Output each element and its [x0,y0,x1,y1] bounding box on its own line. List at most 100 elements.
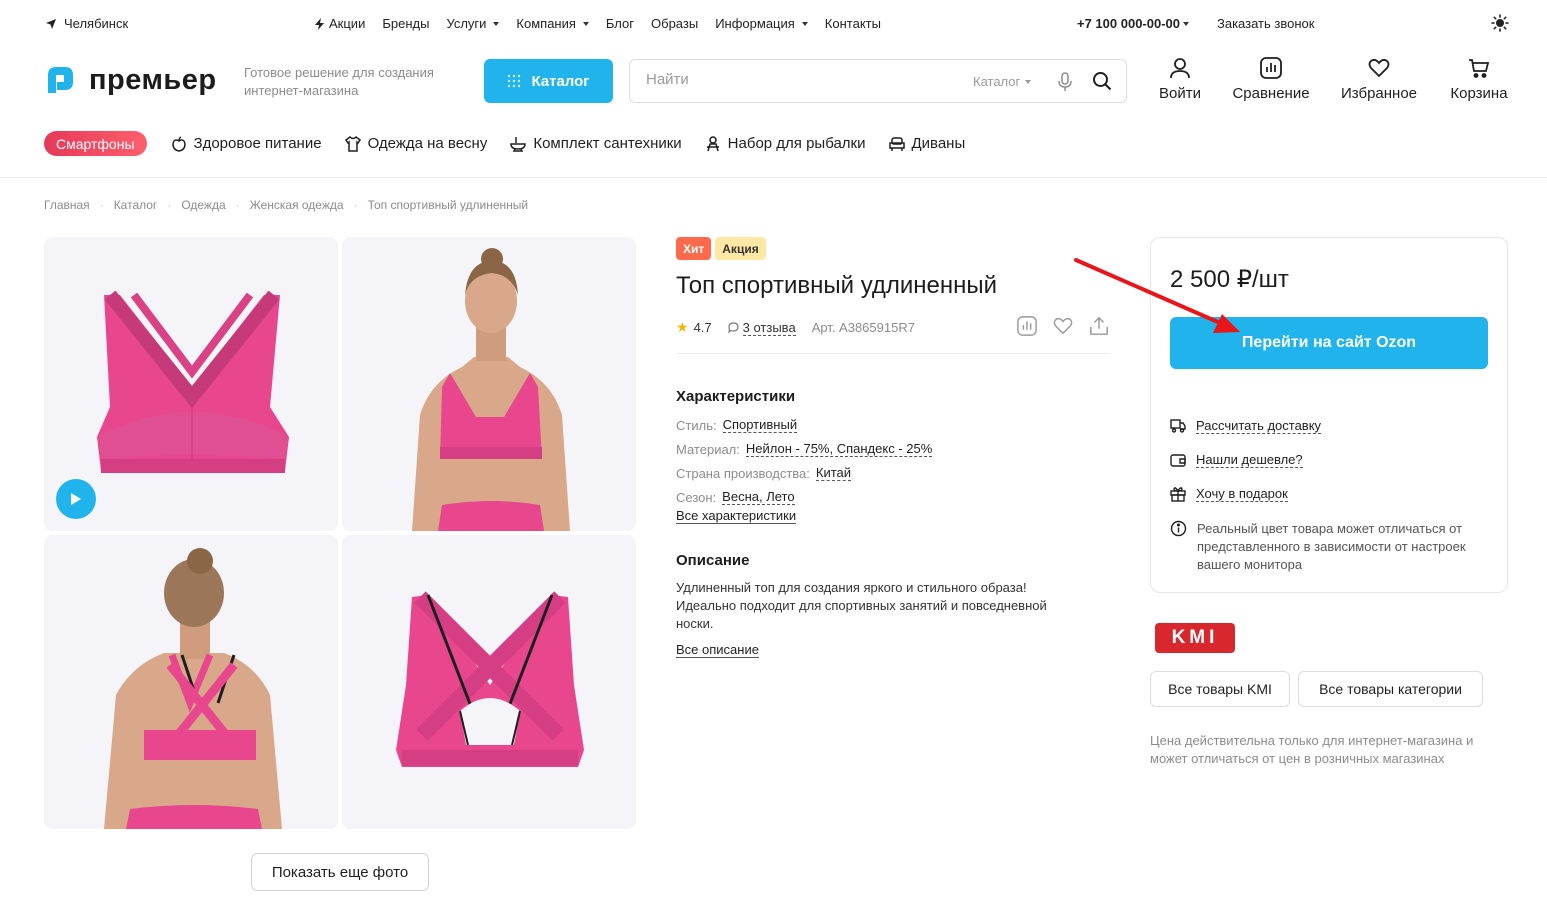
top-nav-info[interactable]: Информация [715,16,808,31]
breadcrumb-item[interactable]: Женская одежда [250,198,344,212]
tagline: Готовое решение для создания интернет-ма… [244,65,434,98]
characteristic-row: Стиль: Спортивный [676,413,932,437]
grid-dots-icon [508,74,521,88]
product-photo-back[interactable] [342,535,636,829]
show-more-photos-button[interactable]: Показать еще фото [251,853,429,891]
all-description-link[interactable]: Все описание [676,642,759,658]
top-bar: Челябинск Акции Бренды Услуги Компания Б… [0,0,1547,46]
characteristics-list: Стиль: Спортивный Материал: Нейлон - 75%, … [676,413,933,509]
promo-item-healthy-food[interactable]: Здоровое питание [171,135,322,152]
reviews-label: 3 отзыва [742,319,796,336]
product-title: Топ спортивный удлиненный [676,272,998,299]
breadcrumb-separator: · [235,198,240,212]
site-logo[interactable]: премьер [43,63,217,97]
caret-down-icon [582,21,589,26]
characteristic-row: Страна производства: Китай [676,461,932,485]
top-nav-promotions[interactable]: Акции [314,16,365,31]
heart-icon [1368,58,1390,78]
product-photo-model-back[interactable] [44,535,338,829]
share-icon[interactable] [1089,316,1109,336]
description-text: Удлиненный топ для создания яркого и сти… [676,580,1047,631]
sku-label: Арт. A3865915R7 [811,320,915,335]
search-icon[interactable] [1092,71,1112,91]
apple-icon [171,135,186,152]
header-divider [0,177,1547,178]
promo-item-sofas[interactable]: Диваны [888,135,965,152]
info-icon [1170,520,1187,537]
top-nav-brands[interactable]: Бренды [382,16,429,31]
top-nav-label: Компания [516,16,576,31]
all-brand-products-button[interactable]: Все товары KMI [1150,671,1290,707]
login-button[interactable]: Войти [1156,57,1204,102]
product-photo-model-front[interactable] [342,237,636,531]
reviews-link[interactable]: 3 отзыва [727,319,796,336]
city-label: Челябинск [64,16,129,31]
theme-toggle-sun-icon[interactable] [1491,14,1509,32]
brand-logo[interactable]: KMI [1155,623,1235,653]
top-nav-looks[interactable]: Образы [651,16,698,31]
characteristic-value[interactable]: Нейлон - 75%, Спандекс - 25% [745,441,933,457]
top-nav-services[interactable]: Услуги [446,16,500,31]
cart-button[interactable]: Корзина [1447,57,1511,102]
catalog-button-label: Каталог [531,72,590,90]
top-nav-contacts[interactable]: Контакты [825,16,881,31]
all-category-products-button[interactable]: Все товары категории [1298,671,1483,707]
top-nav-blog[interactable]: Блог [606,16,634,31]
logo-mark-icon [48,67,73,93]
promo-pill-smartphones[interactable]: Смартфоны [44,131,147,156]
favorites-button[interactable]: Избранное [1339,57,1419,102]
breadcrumb: Главная · Каталог · Одежда · Женская одежда… [44,198,528,212]
top-nav-company[interactable]: Компания [516,16,589,31]
promo-item-label: Набор для рыбалки [727,135,866,152]
promo-item-plumbing[interactable]: Комплект сантехники [510,135,682,152]
bolt-icon [315,17,324,30]
promo-item-label: Здоровое питание [193,135,322,152]
play-video-button[interactable] [56,479,96,519]
top-nav-label: Бренды [382,16,430,31]
search-scope-select[interactable]: Каталог [973,74,1032,89]
login-label: Войти [1159,85,1201,102]
phone-number[interactable]: +7 100 000-00-00 [1077,16,1190,31]
breadcrumb-item[interactable]: Главная [44,198,90,212]
go-to-ozon-button[interactable]: Перейти на сайт Ozon [1170,317,1488,369]
product-meta: ★ 4.7 3 отзыва Арт. A3865915R7 [676,319,915,336]
city-selector[interactable]: Челябинск [45,16,128,31]
promo-item-label: Комплект сантехники [533,135,682,152]
characteristic-value[interactable]: Спортивный [722,417,798,433]
color-disclaimer: Реальный цвет товара может отличаться от… [1170,520,1492,574]
breadcrumb-separator: · [353,198,358,212]
breadcrumb-item[interactable]: Одежда [181,198,225,212]
user-icon [1170,58,1190,79]
compare-label: Сравнение [1232,85,1310,102]
phone-label: +7 100 000-00-00 [1077,16,1181,31]
characteristic-value[interactable]: Весна, Лето [722,489,795,505]
play-icon [71,493,81,505]
calculate-delivery-link[interactable]: Рассчитать доставку [1170,418,1322,434]
callback-link[interactable]: Заказать звонок [1217,16,1314,31]
characteristic-key: Стиль: [676,417,717,433]
promo-item-spring-clothes[interactable]: Одежда на весну [344,135,487,152]
top-nav-label: Акции [329,16,366,31]
compare-button[interactable]: Сравнение [1231,57,1311,102]
cart-icon [1469,59,1490,78]
toilet-icon [510,136,527,152]
characteristic-value[interactable]: Китай [815,465,852,481]
gift-wish-link[interactable]: Хочу в подарок [1170,486,1288,502]
model-front-image [412,248,570,531]
calculate-delivery-label: Рассчитать доставку [1196,418,1322,434]
catalog-button[interactable]: Каталог [484,59,613,103]
breadcrumb-separator: · [167,198,172,212]
sale-badge: Акция [715,237,766,260]
all-characteristics-link[interactable]: Все характеристики [676,508,797,524]
microphone-icon[interactable] [1058,72,1072,92]
top-nav-label: Контакты [824,16,881,31]
search-input[interactable] [646,71,946,88]
promo-categories: Смартфоны Здоровое питание Одежда на вес… [44,131,988,156]
product-badges: Хит Акция [676,237,766,260]
promo-item-fishing[interactable]: Набор для рыбалки [705,135,866,152]
color-disclaimer-text: Реальный цвет товара может отличаться от… [1197,521,1466,572]
compare-chart-icon[interactable] [1017,316,1037,336]
found-cheaper-link[interactable]: Нашли дешевле? [1170,452,1303,468]
heart-icon[interactable] [1053,316,1073,336]
breadcrumb-item[interactable]: Каталог [114,198,158,212]
